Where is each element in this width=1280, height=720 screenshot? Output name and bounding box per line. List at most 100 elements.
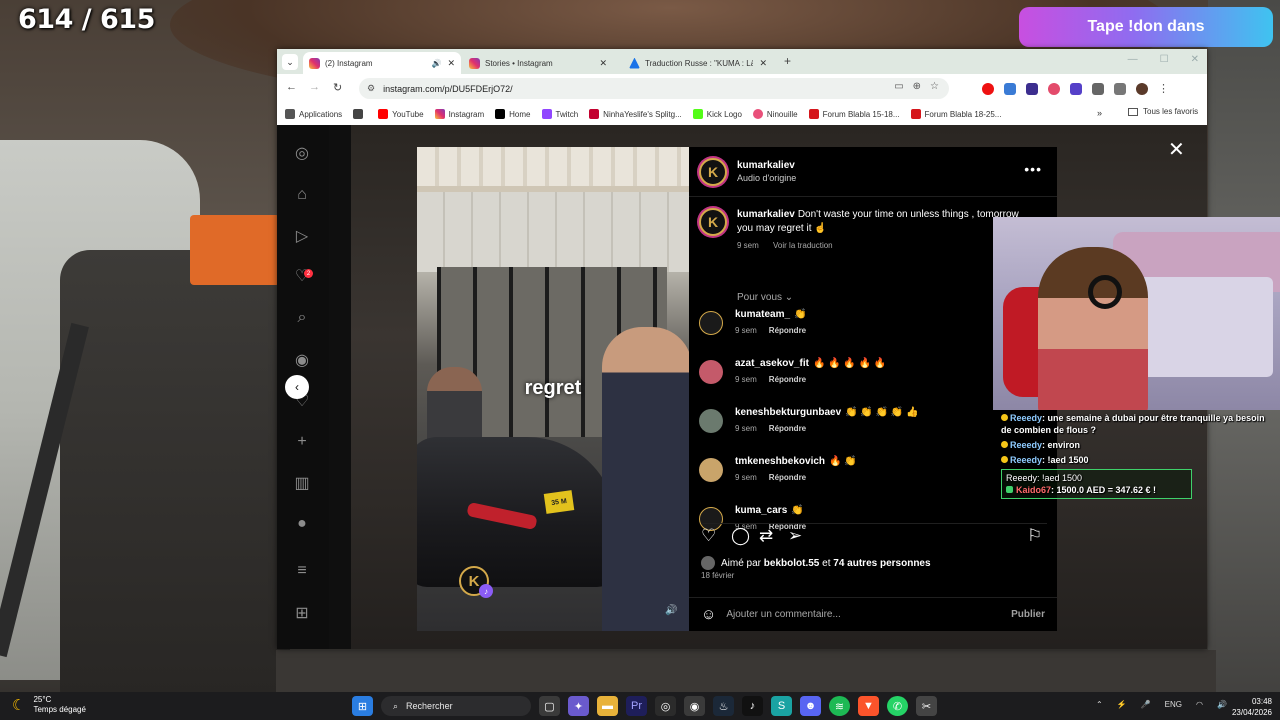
audio-label[interactable]: Audio d'origine — [737, 173, 796, 183]
commenter-avatar[interactable] — [699, 458, 723, 482]
speaker-icon[interactable]: 🔊 — [431, 59, 441, 68]
mute-icon[interactable]: 🔊 — [665, 605, 677, 616]
taskbar-search[interactable]: ⌕ Rechercher — [381, 696, 531, 716]
ext-purple-icon[interactable] — [1026, 82, 1038, 95]
save-icon[interactable]: ⚐ — [1027, 526, 1042, 546]
profile-avatar[interactable] — [1136, 82, 1148, 95]
reload-icon[interactable]: ↻ — [333, 81, 342, 94]
bookmark-home[interactable]: Home — [495, 109, 531, 119]
all-bookmarks[interactable]: Tous les favoris — [1128, 107, 1198, 116]
see-translation-link[interactable]: Voir la traduction — [773, 241, 833, 250]
bookmark-forum-15-18[interactable]: Forum Blabla 15-18... — [808, 109, 900, 119]
tray-overflow-icon[interactable]: ⌃ — [1096, 700, 1103, 709]
close-tab-icon[interactable]: ✕ — [759, 58, 767, 69]
commenter-username[interactable]: azat_asekov_fit — [735, 358, 809, 369]
commenter-username[interactable]: tmkeneshbekovich — [735, 456, 825, 467]
snipping-tool-icon[interactable]: ✂ — [916, 696, 937, 716]
address-bar[interactable]: ⚙ instagram.com/p/DU5FDErjO72/ ▭ ⊕ ☆ — [359, 78, 949, 99]
tab-instagram[interactable]: (2) Instagram 🔊 ✕ — [303, 52, 461, 74]
ext-shield-icon[interactable] — [1070, 82, 1082, 95]
windows-start-icon[interactable]: ⊞ — [352, 696, 373, 716]
commenter-username[interactable]: keneshbekturgunbaev — [735, 407, 841, 418]
bookmark-ninouille[interactable]: Ninouille — [752, 109, 798, 119]
previous-post-button[interactable]: ‹ — [285, 375, 309, 399]
reply-button[interactable]: Répondre — [769, 473, 806, 482]
reply-button[interactable]: Répondre — [769, 326, 806, 335]
bookmark-grid[interactable] — [353, 109, 367, 119]
tab-traduction[interactable]: Traduction Russe : "KUMA : Là" ✕ — [623, 52, 773, 74]
dashboard-icon[interactable]: ▥ — [292, 473, 312, 493]
profile-icon[interactable]: ● — [292, 514, 312, 534]
search-icon[interactable]: ⌕ — [292, 308, 312, 328]
comment-icon[interactable]: ◯ — [731, 526, 750, 546]
ext-audio-icon[interactable] — [1004, 82, 1016, 95]
reply-button[interactable]: Répondre — [769, 375, 806, 384]
likes-count-link[interactable]: 74 autres personnes — [833, 558, 930, 569]
caption-username[interactable]: kumarkaliev — [737, 209, 795, 220]
commenter-avatar[interactable] — [699, 409, 723, 433]
install-icon[interactable]: ▭ — [894, 81, 903, 92]
create-icon[interactable]: + — [292, 432, 312, 452]
clock[interactable]: 03:48 23/04/2026 — [1222, 696, 1272, 718]
bookmark-splitgate[interactable]: NinhaYeslife's Splitg... — [589, 109, 682, 119]
new-tab-icon[interactable]: + — [784, 54, 791, 68]
minimize-icon[interactable]: — — [1128, 54, 1138, 65]
language-indicator[interactable]: ENG — [1165, 700, 1182, 709]
liker-avatar[interactable] — [701, 556, 715, 570]
publish-button[interactable]: Publier — [1011, 609, 1045, 620]
whatsapp-icon[interactable]: ✆ — [887, 696, 908, 716]
commenter-username[interactable]: kuma_cars — [735, 505, 787, 516]
ext-red-icon[interactable] — [1048, 82, 1060, 95]
reel-video[interactable]: 35 M regret K ♪ 🔊 — [417, 147, 689, 631]
brave-icon[interactable]: ▼ — [858, 696, 879, 716]
instagram-logo-icon[interactable]: ◎ — [292, 143, 312, 163]
bookmark-youtube[interactable]: YouTube — [378, 109, 424, 119]
maximize-icon[interactable]: ☐ — [1160, 54, 1169, 65]
weather-widget[interactable]: ☾ 25°C Temps dégagé — [12, 695, 86, 715]
file-explorer-icon[interactable]: ▬ — [597, 696, 618, 716]
copilot-icon[interactable]: ✦ — [568, 696, 589, 716]
bookmark-applications[interactable]: Applications — [285, 109, 342, 119]
commenter-username[interactable]: kumateam_ — [735, 309, 790, 320]
reels-icon[interactable]: ▷ — [292, 226, 312, 246]
like-icon[interactable]: ♡ — [701, 526, 716, 546]
opera-icon[interactable] — [982, 82, 994, 95]
steam-icon[interactable]: ♨ — [713, 696, 734, 716]
reply-button[interactable]: Répondre — [769, 424, 806, 433]
discord-icon[interactable]: ☻ — [800, 696, 821, 716]
bookmark-instagram[interactable]: Instagram — [434, 109, 484, 119]
close-window-icon[interactable]: ✕ — [1191, 54, 1199, 65]
task-view-icon[interactable]: ▢ — [539, 696, 560, 716]
author-username[interactable]: kumarkaliev — [737, 160, 796, 171]
network-off-icon[interactable]: ⚡ — [1117, 700, 1127, 709]
premiere-pro-icon[interactable]: Pr — [626, 696, 647, 716]
bookmark-twitch[interactable]: Twitch — [541, 109, 578, 119]
tiktok-icon[interactable]: ♪ — [742, 696, 763, 716]
apps-icon[interactable]: ⊞ — [292, 603, 312, 623]
bookmark-kick[interactable]: Kick Logo — [692, 109, 742, 119]
obs-icon[interactable]: ◎ — [655, 696, 676, 716]
chrome-icon[interactable]: ◉ — [684, 696, 705, 716]
close-tab-icon[interactable]: ✕ — [599, 58, 607, 69]
spotify-icon[interactable]: ≋ — [829, 696, 850, 716]
zoom-icon[interactable]: ⊕ — [913, 81, 921, 92]
bookmark-forum-18-25[interactable]: Forum Blabla 18-25... — [910, 109, 1001, 119]
close-modal-icon[interactable]: ✕ — [1168, 137, 1185, 162]
emoji-icon[interactable]: ☺ — [701, 606, 716, 623]
media-controls-icon[interactable] — [1114, 82, 1126, 95]
commenter-avatar[interactable] — [699, 311, 723, 335]
browser-menu-icon[interactable]: ⋮ — [1158, 82, 1169, 95]
site-info-icon[interactable]: ⚙ — [367, 83, 375, 94]
more-menu-icon[interactable]: ≡ — [292, 561, 312, 581]
extensions-puzzle-icon[interactable] — [1092, 82, 1104, 95]
more-options-icon[interactable]: ••• — [1024, 161, 1042, 177]
forward-icon[interactable]: → — [309, 81, 320, 93]
sort-comments-dropdown[interactable]: Pour vous ⌄ — [737, 292, 793, 303]
caption-avatar[interactable]: K — [699, 208, 727, 236]
commenter-avatar[interactable] — [699, 360, 723, 384]
bookmarks-overflow-icon[interactable]: » — [1097, 108, 1102, 118]
share-icon[interactable]: ➢ — [788, 526, 802, 546]
repost-icon[interactable]: ⇄ — [759, 526, 773, 546]
author-avatar[interactable]: K — [699, 157, 727, 186]
streamlabs-icon[interactable]: S — [771, 696, 792, 716]
